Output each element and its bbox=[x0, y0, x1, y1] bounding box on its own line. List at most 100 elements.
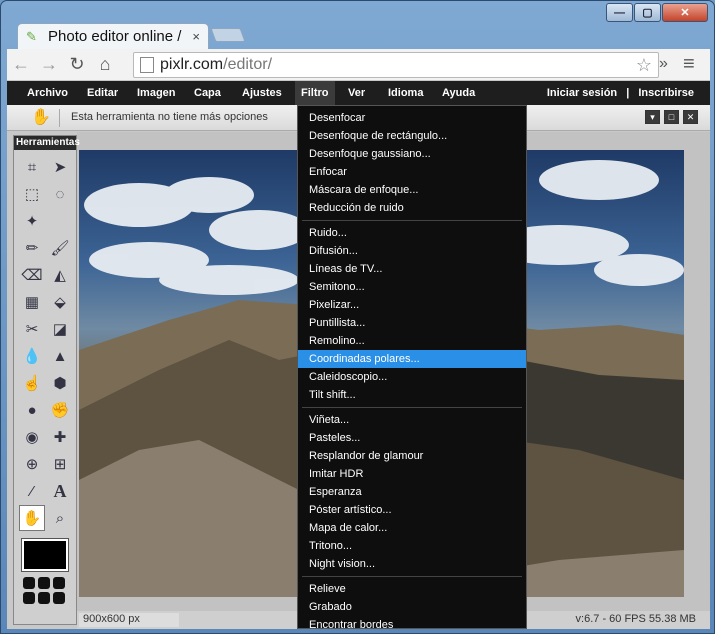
blur-tool-icon[interactable]: 💧 bbox=[19, 343, 45, 369]
eraser-tool-icon[interactable]: ⌫ bbox=[19, 262, 45, 288]
hand-tool-icon[interactable]: ✋ bbox=[19, 505, 45, 531]
marquee-tool-icon[interactable]: ⬚ bbox=[19, 181, 45, 207]
preset-swatch[interactable] bbox=[23, 577, 35, 589]
move-tool-icon[interactable]: ➤ bbox=[47, 154, 73, 180]
filter-menu-item[interactable]: Ruido... bbox=[298, 224, 526, 242]
filter-dropdown-menu: Desenfocar Desenfoque de rectángulo... Des… bbox=[297, 105, 527, 629]
login-link[interactable]: Iniciar sesión bbox=[547, 87, 617, 99]
bloat-tool-icon[interactable]: ⊕ bbox=[19, 451, 45, 477]
filter-menu-item[interactable]: Líneas de TV... bbox=[298, 260, 526, 278]
options-divider bbox=[59, 109, 60, 127]
filter-menu-item[interactable]: Resplandor de glamour bbox=[298, 447, 526, 465]
filter-menu-item[interactable]: Pasteles... bbox=[298, 429, 526, 447]
signup-link[interactable]: Inscribirse bbox=[638, 87, 694, 99]
window-controls: — ▢ ✕ bbox=[606, 3, 708, 22]
app-menubar: Archivo Editar Imagen Capa Ajustes Filtr… bbox=[7, 81, 710, 105]
doc-maximize-icon[interactable]: □ bbox=[664, 110, 679, 124]
type-tool-icon[interactable]: A bbox=[47, 478, 73, 504]
forward-arrow-icon[interactable]: → bbox=[35, 54, 63, 75]
filter-menu-item[interactable]: Póster artístico... bbox=[298, 501, 526, 519]
hand-tool-icon: ✋ bbox=[31, 109, 51, 126]
browser-tab[interactable]: ✎ Photo editor online / × bbox=[17, 23, 209, 49]
bookmarks-more-icon[interactable]: » bbox=[659, 55, 668, 73]
tab-close-icon[interactable]: × bbox=[192, 29, 200, 44]
color-replace-tool-icon[interactable]: ✂ bbox=[19, 316, 45, 342]
dodge-tool-icon[interactable]: ● bbox=[19, 397, 45, 423]
menu-separator bbox=[302, 576, 522, 577]
gradient-tool-icon[interactable]: ▦ bbox=[19, 289, 45, 315]
crop-tool-icon[interactable]: ⌗ bbox=[19, 154, 45, 180]
burn-tool-icon[interactable]: ✊ bbox=[47, 397, 73, 423]
address-bar[interactable]: pixlr.com /editor/ ☆ bbox=[133, 52, 659, 78]
new-tab-button[interactable] bbox=[210, 28, 246, 42]
filter-menu-item[interactable]: Reducción de ruido bbox=[298, 199, 526, 217]
filter-menu-item[interactable]: Relieve bbox=[298, 580, 526, 598]
eyedropper-tool-icon[interactable]: ⁄ bbox=[19, 478, 45, 504]
filter-menu-item[interactable]: Encontrar bordes bbox=[298, 616, 526, 628]
filter-menu-item[interactable]: Coordinadas polares... bbox=[298, 350, 526, 368]
filter-menu-item[interactable]: Tilt shift... bbox=[298, 386, 526, 404]
zoom-tool-icon[interactable]: ⌕ bbox=[47, 505, 73, 531]
color-presets bbox=[23, 577, 76, 604]
pixlr-editor: Archivo Editar Imagen Capa Ajustes Filtr… bbox=[7, 81, 710, 629]
sponge-tool-icon[interactable]: ⬢ bbox=[47, 370, 73, 396]
image-size: 900x600 px bbox=[79, 613, 179, 627]
filter-menu-item[interactable]: Tritono... bbox=[298, 537, 526, 555]
filter-menu-item[interactable]: Puntillista... bbox=[298, 314, 526, 332]
menu-capa[interactable]: Capa bbox=[188, 81, 227, 105]
filter-menu-item[interactable]: Mapa de calor... bbox=[298, 519, 526, 537]
pencil-tool-icon[interactable]: ✏ bbox=[19, 235, 45, 261]
redeye-tool-icon[interactable]: ◉ bbox=[19, 424, 45, 450]
sharpen-tool-icon[interactable]: ▲ bbox=[47, 343, 73, 369]
menu-separator bbox=[302, 407, 522, 408]
back-arrow-icon[interactable]: ← bbox=[7, 54, 35, 75]
color-swatch[interactable] bbox=[21, 538, 69, 572]
filter-menu-item[interactable]: Caleidoscopio... bbox=[298, 368, 526, 386]
lasso-tool-icon[interactable]: ◌ bbox=[47, 181, 73, 207]
menu-ayuda[interactable]: Ayuda bbox=[436, 81, 481, 105]
filter-menu-item[interactable]: Night vision... bbox=[298, 555, 526, 573]
filter-menu-item[interactable]: Semitono... bbox=[298, 278, 526, 296]
drawing-tool-icon[interactable]: ◪ bbox=[47, 316, 73, 342]
stamp-tool-icon[interactable]: ⬙ bbox=[47, 289, 73, 315]
filter-menu-item[interactable]: Viñeta... bbox=[298, 411, 526, 429]
home-icon[interactable]: ⌂ bbox=[91, 54, 119, 75]
spot-heal-tool-icon[interactable]: ✚ bbox=[47, 424, 73, 450]
smudge-tool-icon[interactable]: ☝ bbox=[19, 370, 45, 396]
pinch-tool-icon[interactable]: ⊞ bbox=[47, 451, 73, 477]
filter-menu-item[interactable]: Difusión... bbox=[298, 242, 526, 260]
minimize-button[interactable]: — bbox=[606, 3, 633, 22]
filter-menu-item[interactable]: Desenfocar bbox=[298, 109, 526, 127]
doc-minimize-icon[interactable]: ▾ bbox=[645, 110, 660, 124]
filter-menu-item[interactable]: Máscara de enfoque... bbox=[298, 181, 526, 199]
browser-menu-icon[interactable]: ≡ bbox=[683, 53, 695, 76]
filter-menu-item[interactable]: Esperanza bbox=[298, 483, 526, 501]
menu-idioma[interactable]: Idioma bbox=[382, 81, 429, 105]
preset-swatch[interactable] bbox=[38, 592, 50, 604]
reload-icon[interactable]: ↻ bbox=[63, 54, 91, 75]
filter-menu-item[interactable]: Imitar HDR bbox=[298, 465, 526, 483]
preset-swatch[interactable] bbox=[53, 592, 65, 604]
preset-swatch[interactable] bbox=[53, 577, 65, 589]
wand-tool-icon[interactable]: ✦ bbox=[19, 208, 45, 234]
menu-archivo[interactable]: Archivo bbox=[21, 81, 74, 105]
doc-close-icon[interactable]: ✕ bbox=[683, 110, 698, 124]
brush-tool-icon[interactable]: 🖌 bbox=[47, 235, 73, 261]
menu-ajustes[interactable]: Ajustes bbox=[236, 81, 288, 105]
preset-swatch[interactable] bbox=[23, 592, 35, 604]
bucket-tool-icon[interactable]: ◭ bbox=[47, 262, 73, 288]
bookmark-star-icon[interactable]: ☆ bbox=[636, 55, 652, 76]
maximize-button[interactable]: ▢ bbox=[634, 3, 661, 22]
menu-ver[interactable]: Ver bbox=[342, 81, 371, 105]
filter-menu-item[interactable]: Desenfoque gaussiano... bbox=[298, 145, 526, 163]
filter-menu-item[interactable]: Remolino... bbox=[298, 332, 526, 350]
menu-filtro[interactable]: Filtro bbox=[295, 81, 335, 105]
menu-imagen[interactable]: Imagen bbox=[131, 81, 182, 105]
menu-editar[interactable]: Editar bbox=[81, 81, 124, 105]
close-window-button[interactable]: ✕ bbox=[662, 3, 708, 22]
filter-menu-item[interactable]: Enfocar bbox=[298, 163, 526, 181]
filter-menu-item[interactable]: Desenfoque de rectángulo... bbox=[298, 127, 526, 145]
filter-menu-item[interactable]: Pixelizar... bbox=[298, 296, 526, 314]
preset-swatch[interactable] bbox=[38, 577, 50, 589]
filter-menu-item[interactable]: Grabado bbox=[298, 598, 526, 616]
